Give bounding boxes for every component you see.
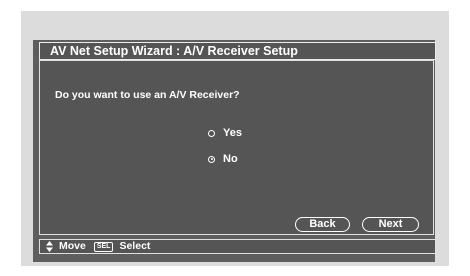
- dialog-content: Do you want to use an A/V Receiver? Yes …: [39, 60, 434, 235]
- dialog-title-bar: AV Net Setup Wizard : A/V Receiver Setup: [39, 42, 436, 60]
- radio-button-icon: [208, 129, 215, 137]
- dialog-title: AV Net Setup Wizard : A/V Receiver Setup: [50, 44, 298, 58]
- move-hint-label: Move: [59, 240, 86, 252]
- option-yes-label: Yes: [223, 127, 242, 139]
- question-text: Do you want to use an A/V Receiver?: [55, 89, 240, 101]
- select-hint-label: Select: [119, 240, 151, 252]
- option-no[interactable]: No: [208, 153, 238, 165]
- sel-key-icon: SEL: [93, 241, 114, 252]
- footer-bar: Move SEL Select: [39, 239, 436, 254]
- option-no-label: No: [223, 153, 238, 165]
- option-yes[interactable]: Yes: [208, 127, 242, 139]
- up-down-arrow-icon: [46, 241, 53, 252]
- back-button[interactable]: Back: [295, 217, 350, 232]
- next-button[interactable]: Next: [362, 217, 419, 232]
- radio-button-selected-icon: [208, 155, 215, 163]
